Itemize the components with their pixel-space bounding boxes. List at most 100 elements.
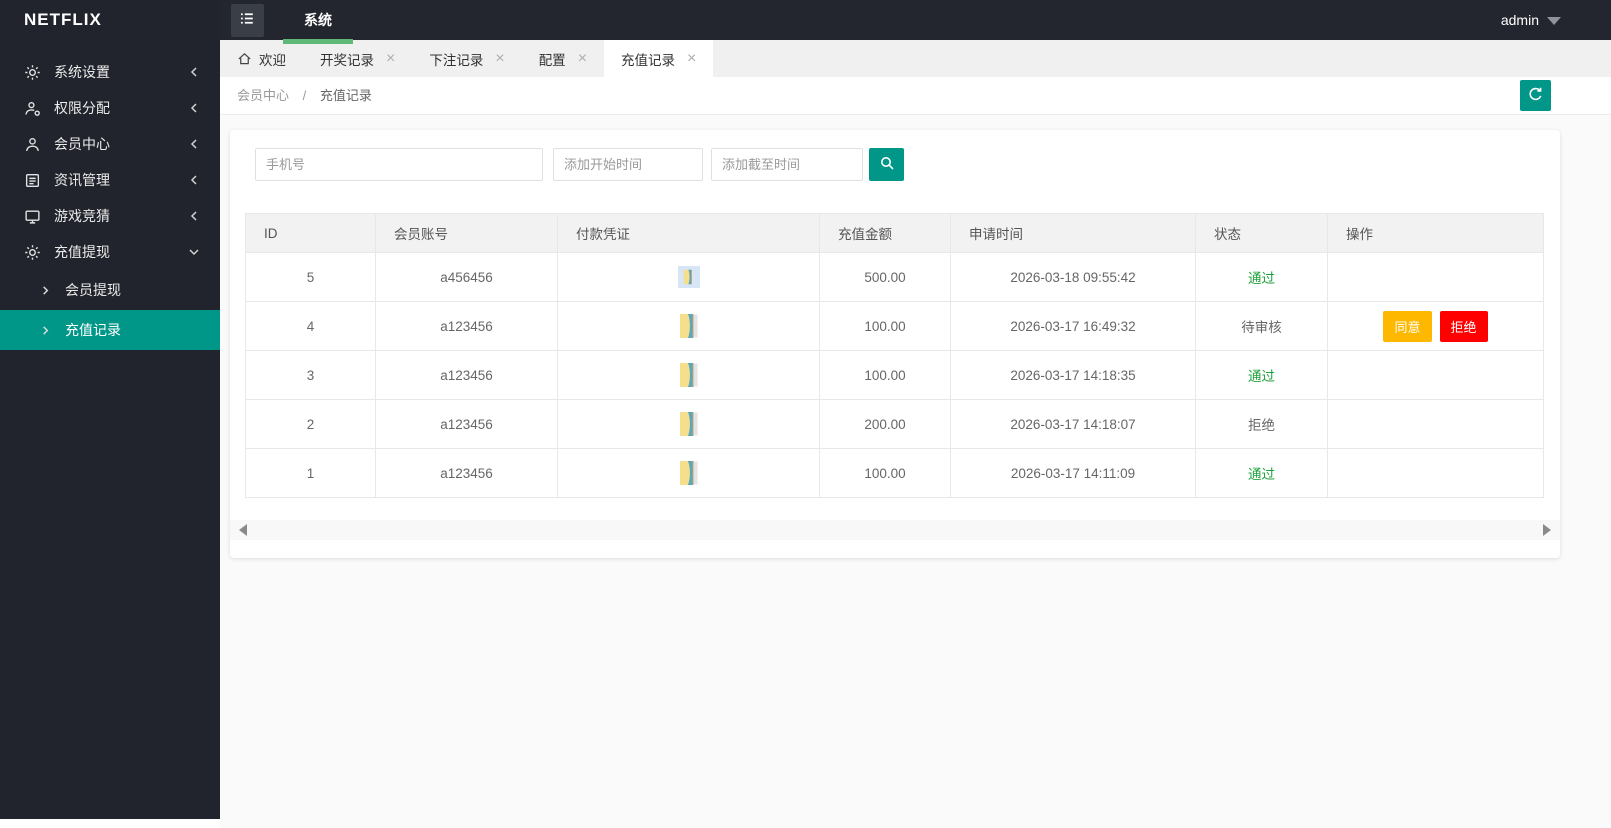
close-icon[interactable]: × [386, 50, 395, 67]
username: admin [1500, 12, 1539, 28]
agree-button[interactable]: 同意 [1383, 310, 1432, 342]
end-time-input[interactable] [711, 148, 863, 181]
cell-account: a123456 [375, 350, 558, 400]
tab-label: 欢迎 [259, 52, 286, 68]
sidebar-subitem[interactable]: 充值记录 [0, 310, 220, 350]
sidebar-item[interactable]: 充值提现 [0, 234, 220, 270]
breadcrumb-separator: / [302, 88, 307, 103]
arrow-right-icon [40, 325, 51, 336]
cell-voucher [557, 301, 820, 351]
cell-time: 2026-03-17 14:11:09 [950, 448, 1196, 498]
chevron-left-icon [188, 66, 200, 78]
refresh-icon [1527, 86, 1544, 106]
column-header: ID [245, 213, 376, 253]
hamburger-button[interactable] [231, 4, 264, 37]
cell-id: 1 [245, 448, 376, 498]
payment-voucher-thumbnail[interactable] [679, 313, 699, 339]
search-icon [879, 155, 895, 174]
sidebar-item[interactable]: 会员中心 [0, 126, 220, 162]
status-badge: 通过 [1248, 369, 1275, 384]
close-icon[interactable]: × [495, 50, 504, 67]
user-dropdown[interactable]: admin [1501, 0, 1561, 40]
sidebar-item-label: 资讯管理 [54, 172, 110, 188]
cell-id: 5 [245, 252, 376, 302]
start-time-input[interactable] [553, 148, 703, 181]
main-content: ID会员账号付款凭证充值金额申请时间状态操作 5a456456500.00202… [220, 115, 1611, 828]
status-badge: 通过 [1248, 467, 1275, 482]
tab-item[interactable]: 配置 × [522, 40, 604, 77]
payment-voucher-thumbnail[interactable] [679, 411, 699, 437]
cell-time: 2026-03-17 14:18:35 [950, 350, 1196, 400]
cell-amount: 200.00 [819, 399, 951, 449]
payment-voucher-thumbnail[interactable] [679, 362, 699, 388]
column-header: 充值金额 [819, 213, 951, 253]
tab-label: 下注记录 [429, 52, 484, 68]
status-badge: 待审核 [1241, 320, 1282, 335]
cell-actions: 同意 拒绝 [1327, 301, 1544, 351]
chevron-left-icon [188, 138, 200, 150]
column-header: 申请时间 [950, 213, 1196, 253]
sidebar-item-label: 充值提现 [54, 244, 110, 260]
cell-time: 2026-03-17 16:49:32 [950, 301, 1196, 351]
sidebar-item-label: 游戏竞猜 [54, 208, 110, 224]
table-row: 3 a123456 100.00 2026-03-17 14:18:35 通过 [245, 350, 1544, 400]
horizontal-scrollbar[interactable] [230, 520, 1560, 540]
chevron-down-icon [188, 246, 200, 258]
brand-logo: NETFLIX [24, 10, 102, 29]
sidebar-subitem-label: 会员提现 [65, 282, 121, 298]
close-icon[interactable]: × [578, 50, 587, 67]
tab-bar: 欢迎 开奖记录 × 下注记录 × 配置 × 充值记录 × [220, 40, 1611, 77]
sidebar-item[interactable]: 游戏竞猜 [0, 198, 220, 234]
cell-actions [1327, 252, 1544, 302]
sidebar-item-label: 系统设置 [54, 64, 110, 80]
user-icon [24, 136, 41, 153]
sidebar-item[interactable]: 权限分配 [0, 90, 220, 126]
sidebar: NETFLIX 系统设置权限分配会员中心资讯管理游戏竞猜充值提现会员提现充值记录 [0, 0, 220, 819]
tab-item[interactable]: 下注记录 × [412, 40, 521, 77]
table-row: 2 a123456 200.00 2026-03-17 14:18:07 拒绝 [245, 399, 1544, 449]
tab-label: 充值记录 [621, 52, 676, 68]
scroll-left-arrow-icon[interactable] [239, 524, 247, 536]
tab-label: 开奖记录 [320, 52, 374, 68]
tab-item[interactable]: 欢迎 [220, 40, 303, 77]
sidebar-item[interactable]: 系统设置 [0, 54, 220, 90]
payment-voucher-thumbnail[interactable] [677, 266, 700, 288]
column-header: 操作 [1327, 213, 1544, 253]
cell-voucher [557, 399, 820, 449]
table-row: 1 a123456 100.00 2026-03-17 14:11:09 通过 [245, 448, 1544, 498]
breadcrumb-item-member-center[interactable]: 会员中心 [237, 88, 289, 103]
sidebar-item-label: 会员中心 [54, 136, 110, 152]
reject-button[interactable]: 拒绝 [1439, 310, 1488, 342]
tab-active[interactable]: 充值记录 × [604, 40, 714, 77]
chevron-left-icon [188, 174, 200, 186]
table-row: 4 a123456 100.00 2026-03-17 16:49:32 待审核 同意 拒绝 [245, 301, 1544, 351]
refresh-button[interactable] [1520, 80, 1551, 111]
recharge-records-table: ID 会员账号 付款凭证 充值金额 申请时间 状态 操作 5 a456456 500.00 202… [245, 213, 1544, 498]
tab-item[interactable]: 开奖记录 × [303, 40, 412, 77]
breadcrumb-item-recharge-records: 充值记录 [319, 88, 372, 103]
scroll-right-arrow-icon[interactable] [1543, 524, 1551, 536]
topnav-item-system[interactable]: 系统 [278, 0, 358, 44]
status-badge: 通过 [1248, 271, 1275, 286]
close-icon[interactable]: × [687, 50, 696, 67]
sidebar-subitem-label: 充值记录 [65, 322, 121, 338]
arrow-right-icon [40, 285, 51, 296]
cell-status: 待审核 [1195, 301, 1328, 351]
search-button[interactable] [869, 148, 904, 181]
breadcrumb-bar: 会员中心 / 充值记录 [220, 77, 1611, 115]
sidebar-item-label: 权限分配 [54, 100, 110, 116]
phone-input[interactable] [255, 148, 543, 181]
tab-label: 配置 [538, 52, 566, 68]
cell-amount: 100.00 [819, 350, 951, 400]
sidebar-menu: 系统设置权限分配会员中心资讯管理游戏竞猜充值提现会员提现充值记录 [0, 54, 220, 350]
sidebar-subitem[interactable]: 会员提现 [0, 270, 220, 310]
sidebar-item[interactable]: 资讯管理 [0, 162, 220, 198]
payment-voucher-thumbnail[interactable] [679, 460, 699, 486]
topnav-label: 系统 [304, 12, 332, 28]
chevron-left-icon [188, 102, 200, 114]
cell-status: 通过 [1195, 350, 1328, 400]
hamburger-icon [238, 9, 257, 33]
cell-account: a123456 [375, 399, 558, 449]
caret-down-icon [1547, 17, 1561, 26]
column-header: 状态 [1195, 213, 1328, 253]
